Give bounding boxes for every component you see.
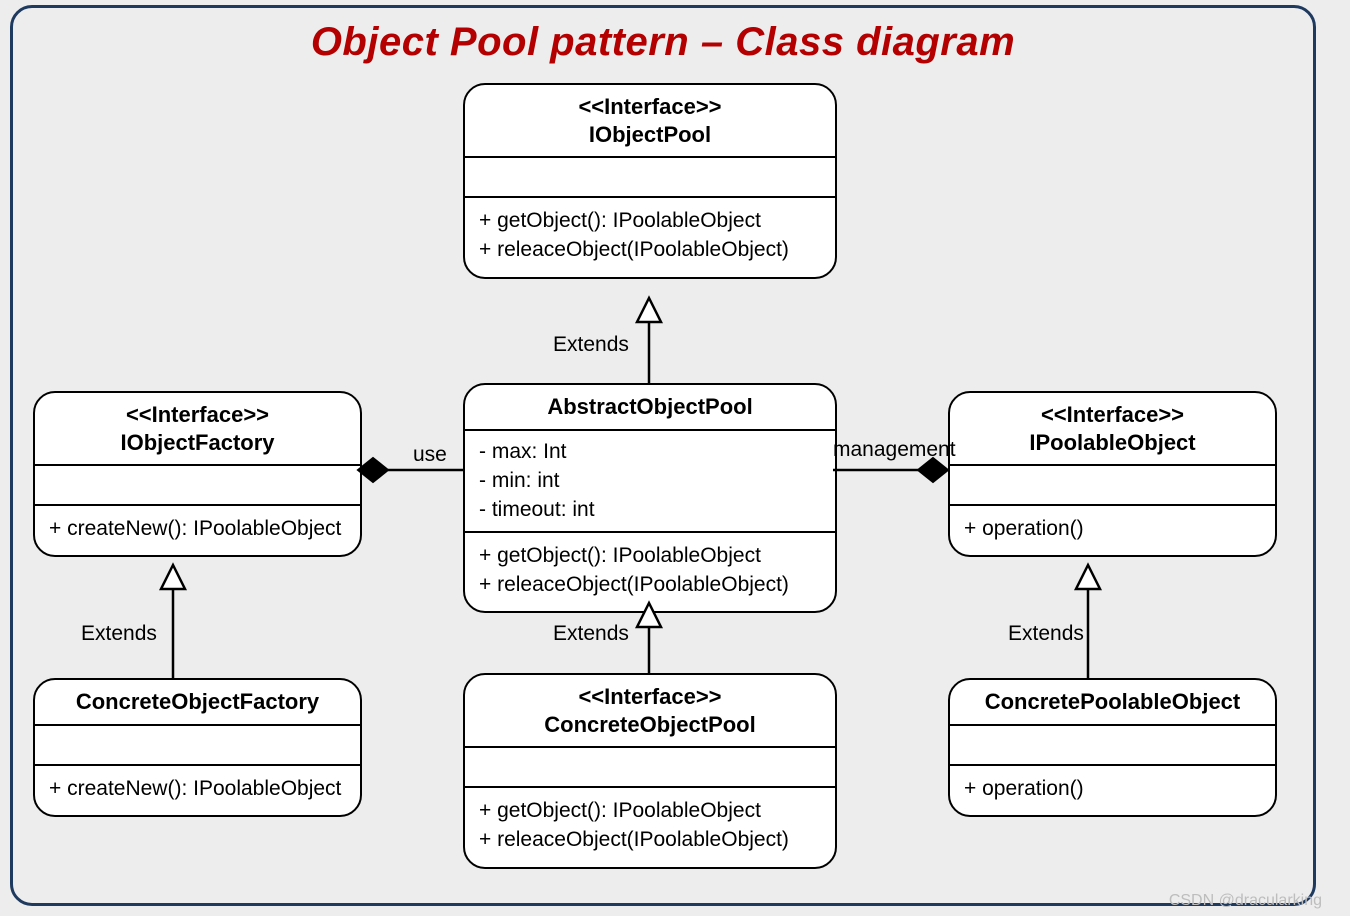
class-name: ConcretePoolableObject: [960, 688, 1265, 716]
uml-header: <<Interface>> IObjectPool: [465, 85, 835, 158]
op: + releaceObject(IPoolableObject): [479, 235, 821, 264]
stereotype: <<Interface>>: [475, 93, 825, 121]
uml-box-iobjectfactory: <<Interface>> IObjectFactory + createNew…: [33, 391, 362, 557]
stereotype: <<Interface>>: [960, 401, 1265, 429]
uml-box-abstractobjectpool: AbstractObjectPool - max: Int - min: int…: [463, 383, 837, 613]
label-extends: Extends: [1008, 622, 1084, 646]
label-extends: Extends: [553, 622, 629, 646]
op: + getObject(): IPoolableObject: [479, 206, 821, 235]
uml-mid: [35, 726, 360, 766]
attr: - timeout: int: [479, 495, 821, 524]
op: + operation(): [964, 774, 1261, 803]
label-use: use: [413, 443, 447, 467]
class-name: ConcreteObjectPool: [475, 711, 825, 739]
attr: - min: int: [479, 466, 821, 495]
uml-attrs: - max: Int - min: int - timeout: int: [465, 431, 835, 533]
uml-box-concretepoolableobject: ConcretePoolableObject + operation(): [948, 678, 1277, 817]
op: + createNew(): IPoolableObject: [49, 514, 346, 543]
uml-ops: + getObject(): IPoolableObject + releace…: [465, 198, 835, 277]
label-extends: Extends: [553, 333, 629, 357]
uml-ops: + createNew(): IPoolableObject: [35, 766, 360, 815]
uml-header: ConcreteObjectFactory: [35, 680, 360, 726]
connector-extends-left: [161, 565, 185, 678]
diagram-frame: Object Pool pattern – Class diagram <<In…: [10, 5, 1316, 906]
connector-extends-mid: [637, 603, 661, 673]
uml-ops: + createNew(): IPoolableObject: [35, 506, 360, 555]
uml-header: AbstractObjectPool: [465, 385, 835, 431]
label-management: management: [833, 438, 956, 462]
class-name: IObjectPool: [475, 121, 825, 149]
stereotype: <<Interface>>: [45, 401, 350, 429]
uml-box-iobjectpool: <<Interface>> IObjectPool + getObject():…: [463, 83, 837, 279]
attr: - max: Int: [479, 437, 821, 466]
uml-box-concreteobjectfactory: ConcreteObjectFactory + createNew(): IPo…: [33, 678, 362, 817]
op: + getObject(): IPoolableObject: [479, 796, 821, 825]
stereotype: <<Interface>>: [475, 683, 825, 711]
uml-header: <<Interface>> IPoolableObject: [950, 393, 1275, 466]
uml-ops: + operation(): [950, 506, 1275, 555]
op: + operation(): [964, 514, 1261, 543]
op: + createNew(): IPoolableObject: [49, 774, 346, 803]
uml-header: <<Interface>> ConcreteObjectPool: [465, 675, 835, 748]
uml-ops: + operation(): [950, 766, 1275, 815]
uml-mid: [950, 466, 1275, 506]
uml-header: ConcretePoolableObject: [950, 680, 1275, 726]
watermark: CSDN @dracularking: [1169, 892, 1322, 910]
uml-mid: [35, 466, 360, 506]
uml-mid: [465, 158, 835, 198]
uml-box-concreteobjectpool: <<Interface>> ConcreteObjectPool + getOb…: [463, 673, 837, 869]
label-extends: Extends: [81, 622, 157, 646]
uml-mid: [465, 748, 835, 788]
class-name: IPoolableObject: [960, 429, 1265, 457]
op: + getObject(): IPoolableObject: [479, 541, 821, 570]
class-name: IObjectFactory: [45, 429, 350, 457]
uml-ops: + getObject(): IPoolableObject + releace…: [465, 533, 835, 612]
connector-use: [358, 458, 463, 482]
class-name: ConcreteObjectFactory: [45, 688, 350, 716]
connector-extends-top: [637, 298, 661, 383]
diagram-title: Object Pool pattern – Class diagram: [13, 20, 1313, 65]
op: + releaceObject(IPoolableObject): [479, 825, 821, 854]
class-name: AbstractObjectPool: [475, 393, 825, 421]
uml-ops: + getObject(): IPoolableObject + releace…: [465, 788, 835, 867]
uml-header: <<Interface>> IObjectFactory: [35, 393, 360, 466]
uml-box-ipoolableobject: <<Interface>> IPoolableObject + operatio…: [948, 391, 1277, 557]
op: + releaceObject(IPoolableObject): [479, 570, 821, 599]
uml-mid: [950, 726, 1275, 766]
